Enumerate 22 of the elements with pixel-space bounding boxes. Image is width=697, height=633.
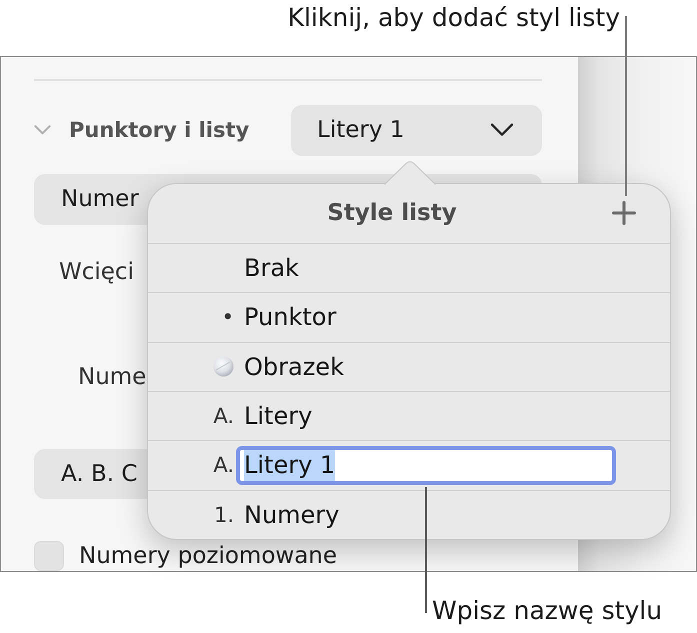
- style-name[interactable]: Litery: [244, 402, 312, 430]
- field-label: Wcięci: [58, 258, 134, 286]
- field-label: Nume: [77, 362, 146, 390]
- list-marker: •: [222, 305, 234, 330]
- plus-icon[interactable]: [612, 201, 636, 226]
- list-marker: 1.: [214, 502, 234, 527]
- list-marker: A.: [213, 404, 234, 428]
- style-name[interactable]: Numery: [244, 500, 340, 529]
- style-name[interactable]: Obrazek: [244, 352, 344, 381]
- list-marker: A.: [213, 453, 234, 478]
- style-name[interactable]: Brak: [244, 254, 299, 282]
- style-name[interactable]: Punktor: [244, 303, 336, 332]
- checkbox[interactable]: [34, 541, 64, 572]
- style-name-field[interactable]: Litery 1: [236, 446, 616, 485]
- checkbox-label: Numery poziomowane: [79, 542, 338, 570]
- sphere-icon: [213, 356, 234, 378]
- callout-text: Kliknij, aby dodać styl listy: [288, 3, 620, 33]
- section-title: Punktory i listy: [69, 118, 250, 142]
- style-dropdown[interactable]: Litery 1: [291, 104, 542, 156]
- popover-title: Style listy: [327, 200, 457, 226]
- callout-text: Wpisz nazwę stylu: [432, 596, 662, 625]
- chevron-down-icon[interactable]: [490, 123, 514, 138]
